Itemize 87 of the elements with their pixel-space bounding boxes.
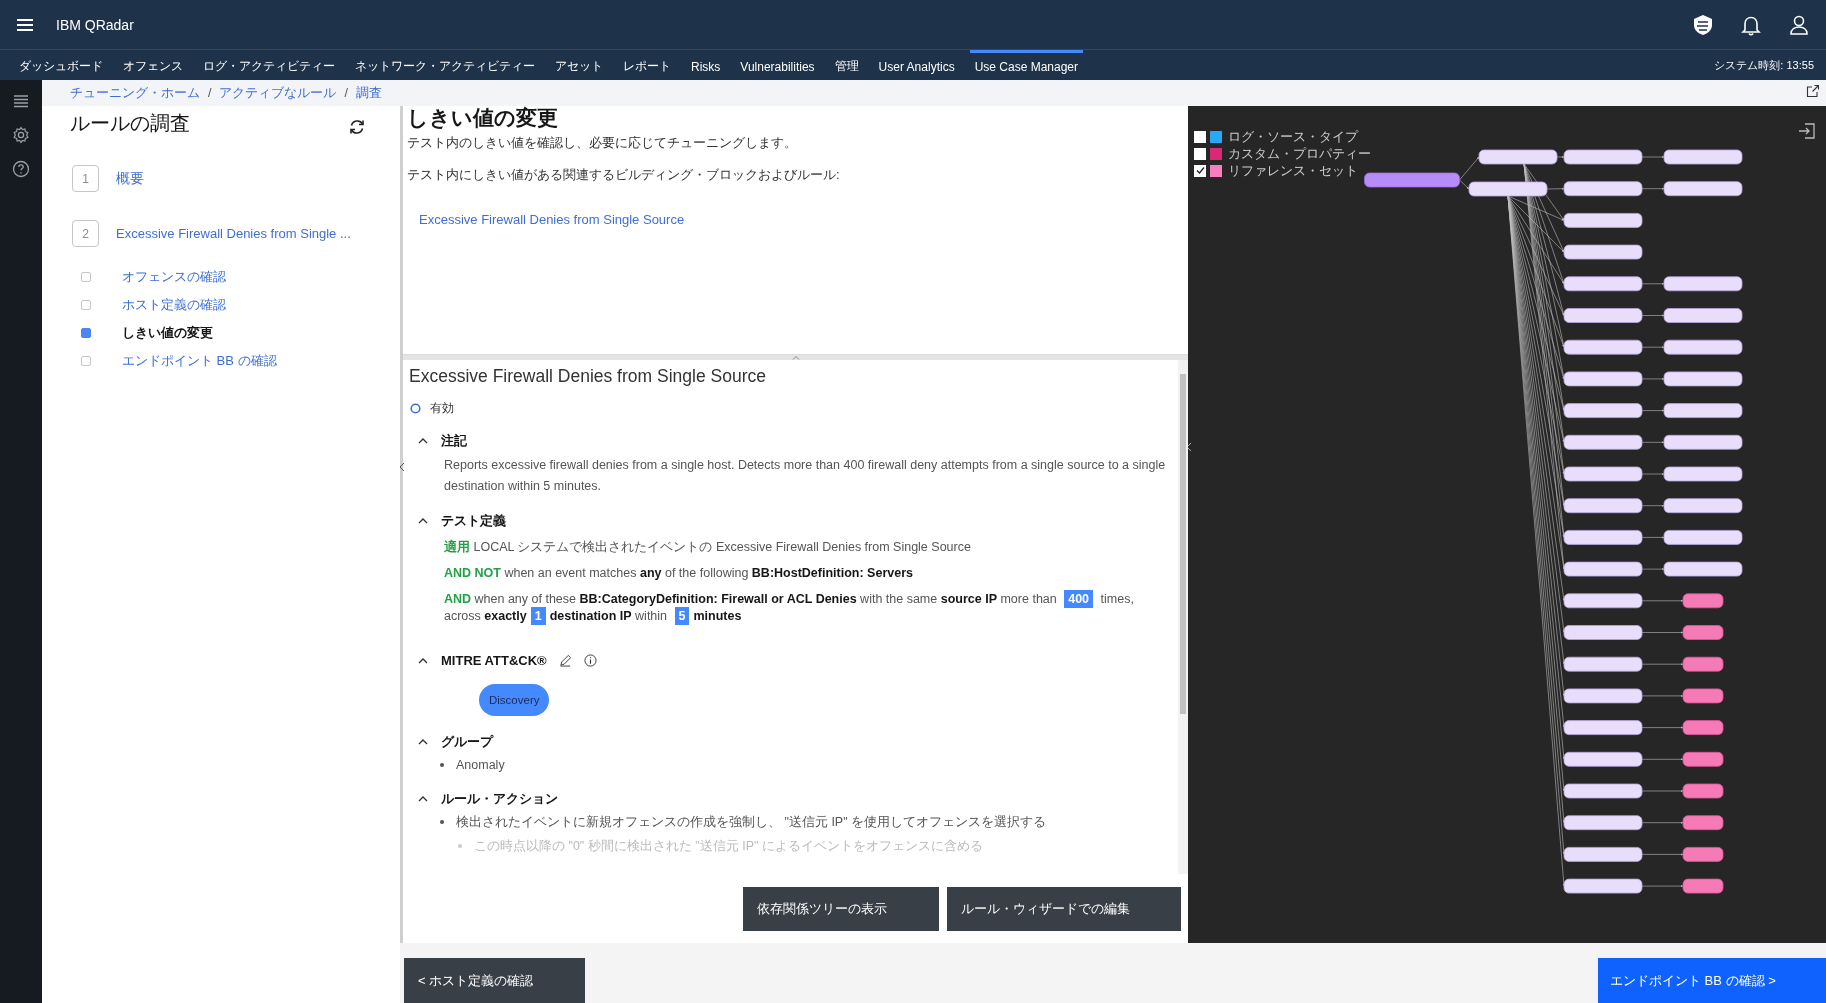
section-title: 注記 bbox=[441, 432, 467, 450]
step-link[interactable]: Excessive Firewall Denies from Single ... bbox=[116, 226, 351, 241]
login-icon[interactable] bbox=[1798, 122, 1816, 140]
user-icon[interactable] bbox=[1788, 13, 1810, 36]
nav-tab[interactable]: ログ・アクティビティー bbox=[198, 50, 340, 80]
legend-checkbox[interactable] bbox=[1194, 130, 1206, 143]
nav-tab[interactable]: ネットワーク・アクティビティー bbox=[350, 50, 540, 80]
chevron-up-icon[interactable] bbox=[418, 657, 428, 664]
shield-icon[interactable] bbox=[1692, 13, 1714, 36]
graph-node bbox=[1682, 751, 1724, 767]
refresh-icon[interactable] bbox=[348, 117, 366, 136]
test-line: AND NOT when an event matches any of the following BB:HostDefinition: Servers bbox=[444, 565, 914, 582]
test-line: 適用 LOCAL システムで検出されたイベントの Excessive Firewall Denies from Single Source bbox=[444, 539, 972, 556]
chevron-left-icon[interactable] bbox=[399, 462, 405, 472]
nav-tab[interactable]: 管理 bbox=[829, 50, 864, 80]
graph-node bbox=[1682, 688, 1724, 704]
substep-link[interactable]: しきい値の変更 bbox=[122, 324, 213, 342]
bullet-icon bbox=[440, 820, 444, 824]
test-line: AND when any of these BB:CategoryDefinition: Firewall or ACL Denies with the same source IP more than 400 times, across exactly 1 destination IP within 5 minutes bbox=[444, 591, 1135, 625]
section-heading: しきい値の変更 bbox=[407, 105, 559, 131]
legend-label: リファレンス・セット bbox=[1228, 161, 1358, 180]
step-link[interactable]: 概要 bbox=[116, 169, 144, 188]
bullet-icon bbox=[440, 763, 444, 767]
edit-icon[interactable] bbox=[558, 654, 572, 667]
graph-node bbox=[1682, 720, 1724, 735]
graph-node bbox=[1682, 815, 1724, 831]
graph-node bbox=[1682, 656, 1724, 672]
breadcrumb-link[interactable]: 調査 bbox=[355, 84, 382, 102]
nav-tab[interactable]: レポート bbox=[618, 50, 676, 80]
rule-title: Excessive Firewall Denies from Single Source bbox=[409, 366, 767, 387]
status-text: 有効 bbox=[430, 400, 454, 417]
section-title: ルール・アクション bbox=[441, 790, 558, 808]
nav-tab[interactable]: オフェンス bbox=[118, 50, 188, 80]
bullet-icon bbox=[458, 844, 462, 848]
external-link-icon[interactable] bbox=[1806, 84, 1820, 98]
nav-tab[interactable]: Risks bbox=[686, 50, 726, 80]
legend-checkbox[interactable] bbox=[1194, 164, 1206, 177]
breadcrumb-separator: / bbox=[344, 86, 348, 100]
substep-link[interactable]: エンドポイント BB の確認 bbox=[122, 352, 277, 370]
legend-checkbox[interactable] bbox=[1194, 147, 1206, 160]
status-circle-icon bbox=[410, 403, 421, 414]
breadcrumb-link[interactable]: アクティブなルール bbox=[219, 84, 337, 102]
rule-link[interactable]: Excessive Firewall Denies from Single Source bbox=[419, 212, 685, 227]
graph-node bbox=[1682, 878, 1724, 894]
substep-link[interactable]: ホスト定義の確認 bbox=[122, 296, 226, 314]
graph-node bbox=[1682, 783, 1724, 799]
nav-tab[interactable]: User Analytics bbox=[873, 50, 960, 80]
breadcrumb-link[interactable]: チューニング・ホーム bbox=[70, 84, 200, 102]
panel-title: ルールの調査 bbox=[70, 111, 190, 136]
section-title: グループ bbox=[441, 733, 493, 751]
info-icon[interactable] bbox=[583, 654, 597, 667]
tactic-tag[interactable]: Discovery bbox=[479, 684, 550, 716]
breadcrumb-separator: / bbox=[208, 86, 212, 100]
graph-node bbox=[1682, 625, 1724, 640]
menu-icon[interactable] bbox=[16, 17, 34, 32]
substep-link[interactable]: オフェンスの確認 bbox=[122, 268, 226, 286]
settings-icon[interactable] bbox=[12, 126, 30, 144]
list-item: Anomaly bbox=[456, 757, 505, 774]
chevron-up-icon[interactable] bbox=[418, 518, 428, 524]
nav-tab[interactable]: アセット bbox=[550, 50, 608, 80]
graph-node bbox=[1682, 593, 1724, 609]
note-text: Reports excessive firewall denies from a single host. Detects more than 400 firewall deny attempts from a single source to a single destination within 5 minutes. bbox=[444, 457, 1167, 495]
chevron-up-icon[interactable] bbox=[418, 739, 428, 745]
back-button[interactable]: < ホスト定義の確認 bbox=[404, 958, 585, 1003]
description-text: テスト内のしきい値を確認し、必要に応じてチューニングします。 bbox=[407, 134, 798, 152]
step-number: 1 bbox=[72, 165, 99, 192]
section-title: MITRE ATT&CK® bbox=[441, 653, 547, 668]
next-button[interactable]: エンドポイント BB の確認 > bbox=[1598, 958, 1826, 1003]
step-number: 2 bbox=[72, 220, 99, 247]
section-title: テスト定義 bbox=[441, 512, 506, 530]
legend-label: ログ・ソース・タイプ bbox=[1228, 127, 1358, 146]
graph-node bbox=[1682, 847, 1724, 862]
help-icon[interactable] bbox=[12, 160, 30, 178]
related-label: テスト内にしきい値がある関連するビルディング・ブロックおよびルール: bbox=[407, 166, 841, 184]
list-item: 検出されたイベントに新規オフェンスの作成を強制し、 "送信元 IP" を使用してオフェンスを選択する bbox=[456, 814, 1047, 831]
chevron-up-icon[interactable] bbox=[418, 796, 428, 802]
list-icon[interactable] bbox=[12, 92, 30, 110]
product-name: IBM QRadar bbox=[56, 16, 134, 33]
chevron-up-icon[interactable] bbox=[418, 438, 428, 444]
action-button[interactable]: ルール・ウィザードでの編集 bbox=[947, 886, 1181, 931]
list-item: この時点以降の "0" 秒間に検出された "送信元 IP" によるイベントをオフェンスに含める bbox=[474, 838, 983, 855]
nav-tab[interactable]: ダッシュボード bbox=[14, 50, 108, 80]
system-time: システム時刻: 13:55 bbox=[1714, 57, 1815, 73]
action-button[interactable]: 依存関係ツリーの表示 bbox=[743, 886, 939, 931]
scrollbar[interactable] bbox=[1178, 360, 1188, 874]
legend-label: カスタム・プロパティー bbox=[1228, 144, 1371, 163]
nav-tab[interactable]: Vulnerabilities bbox=[735, 50, 820, 80]
